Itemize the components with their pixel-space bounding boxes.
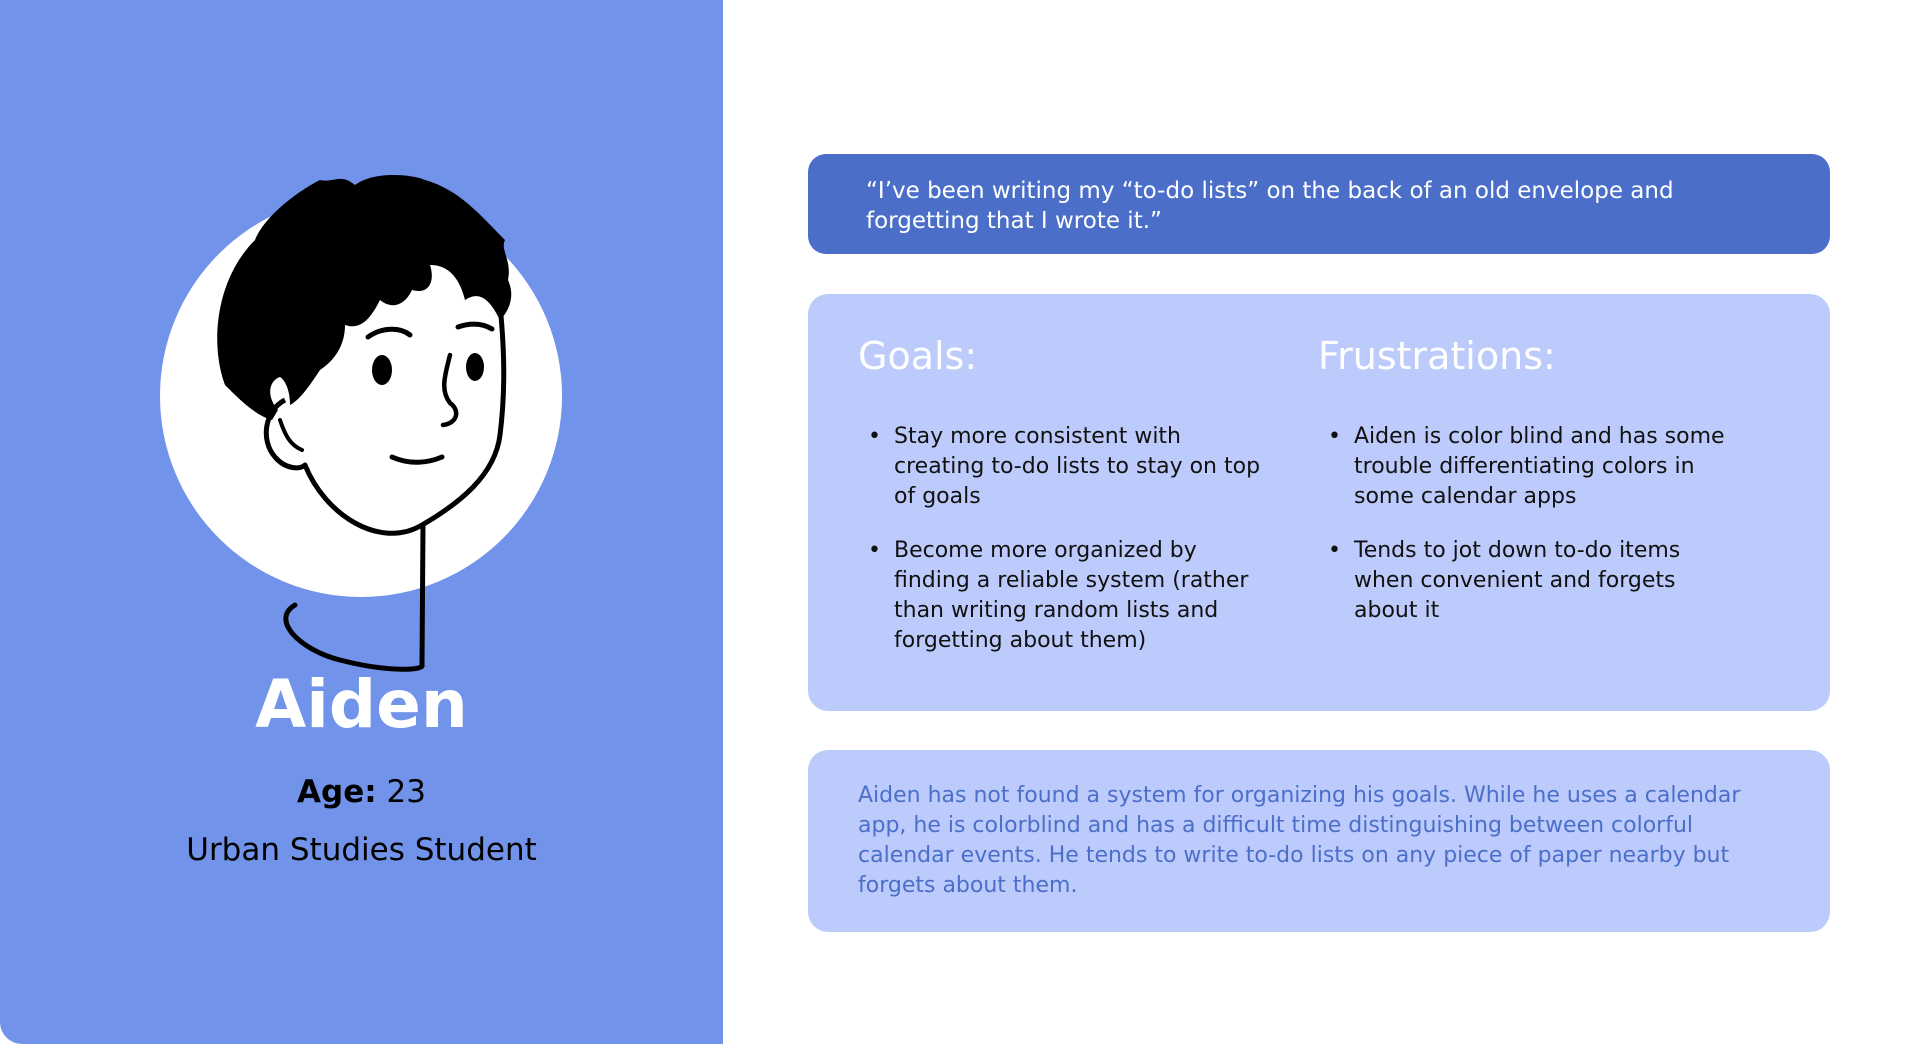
persona-sidebar: Aiden Age: 23 Urban Studies Student [0, 0, 723, 1044]
frustrations-heading: Frustrations: [1318, 334, 1556, 378]
persona-avatar [160, 175, 562, 672]
persona-summary: Aiden has not found a system for organiz… [808, 750, 1830, 932]
man-face-illustration-icon [217, 175, 512, 672]
bullet-icon: • [1328, 424, 1341, 449]
frustration-text: Tends to jot down to-do items when conve… [1354, 538, 1681, 623]
age-label: Age: [297, 774, 377, 810]
persona-name: Aiden [255, 666, 468, 743]
frustrations-list: • Aiden is color blind and has some trou… [1318, 422, 1738, 626]
persona-occupation: Urban Studies Student [186, 832, 537, 868]
goal-text: Stay more consistent with creating to-do… [894, 424, 1261, 509]
frustration-text: Aiden is color blind and has some troubl… [1354, 424, 1725, 509]
goal-text: Become more organized by finding a relia… [894, 538, 1249, 653]
age-value: 23 [386, 774, 426, 810]
list-item: • Aiden is color blind and has some trou… [1318, 422, 1738, 512]
bullet-icon: • [1328, 538, 1341, 563]
goals-list: • Stay more consistent with creating to-… [858, 422, 1278, 656]
bullet-icon: • [868, 424, 881, 449]
list-item: • Become more organized by finding a rel… [858, 536, 1278, 656]
persona-age: Age: 23 [0, 772, 723, 812]
bullet-icon: • [868, 538, 881, 563]
persona-quote: “I’ve been writing my “to-do lists” on t… [808, 154, 1830, 254]
goals-section: Goals: • Stay more consistent with creat… [858, 334, 1278, 656]
list-item: • Stay more consistent with creating to-… [858, 422, 1278, 512]
frustrations-section: Frustrations: • Aiden is color blind and… [1318, 334, 1738, 626]
goals-heading: Goals: [858, 334, 978, 378]
goals-frustrations-card: Goals: • Stay more consistent with creat… [808, 294, 1830, 711]
list-item: • Tends to jot down to-do items when con… [1318, 536, 1738, 626]
